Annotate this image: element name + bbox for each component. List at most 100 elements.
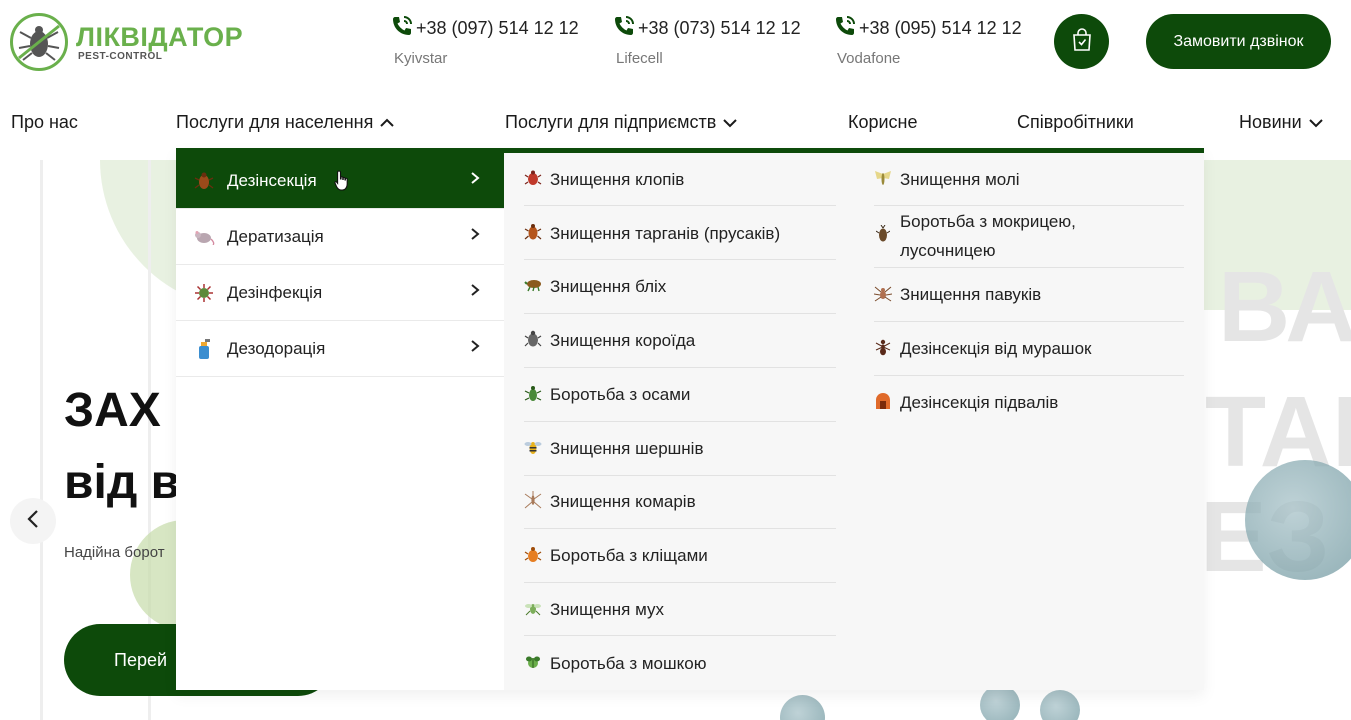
separator <box>874 267 1184 268</box>
main-nav: Про нас Послуги для населення Послуги дл… <box>0 100 1351 150</box>
separator <box>524 635 836 636</box>
subservice-fleas[interactable]: Знищення бліх <box>524 272 666 301</box>
subservice-hornets[interactable]: Знищення шершнів <box>524 434 704 463</box>
hero-title-line: від в <box>64 456 181 509</box>
shopping-bag-icon <box>1071 27 1093 56</box>
nav-item-staff[interactable]: Співробітники <box>1017 112 1134 133</box>
subservice-midges[interactable]: Боротьба з мошкою <box>524 649 706 678</box>
cockroach-icon <box>193 170 215 192</box>
category-deodorization[interactable]: Дезодорація <box>176 321 504 377</box>
logo[interactable]: ЛІКВІДАТОР PEST-CONTROL <box>10 13 243 71</box>
subservice-mosquitoes[interactable]: Знищення комарів <box>524 487 696 516</box>
nav-label: Співробітники <box>1017 112 1134 132</box>
hero-description: Надійна борот <box>64 544 165 561</box>
category-deratization[interactable]: Дератизація <box>176 209 504 265</box>
mosquito-icon <box>524 491 542 509</box>
header: ЛІКВІДАТОР PEST-CONTROL +38 (097) 514 12… <box>0 0 1351 100</box>
nav-item-useful[interactable]: Корисне <box>848 112 918 133</box>
services-dropdown: Дезінсекція Дератизація Дезінфекція Дезо… <box>176 148 1204 690</box>
phone-icon <box>612 14 636 42</box>
tick-icon <box>524 545 542 563</box>
subservice-label: Дезінсекція підвалів <box>900 393 1059 412</box>
phone-operator: Vodafone <box>837 50 901 67</box>
virus-illustration <box>980 685 1020 720</box>
separator <box>524 205 836 206</box>
subservice-label: Боротьба з кліщами <box>550 546 708 565</box>
subservice-wasps[interactable]: Боротьба з осами <box>524 380 690 409</box>
order-call-button[interactable]: Замовити дзвінок <box>1146 14 1331 69</box>
bark-beetle-icon <box>524 330 542 348</box>
category-list: Дезінсекція Дератизація Дезінфекція Дезо… <box>176 153 504 690</box>
nav-label: Послуги для підприємств <box>505 112 717 132</box>
moth-icon <box>874 169 892 187</box>
nav-label: Про нас <box>11 112 78 132</box>
bedbug-icon <box>524 169 542 187</box>
flea-icon <box>524 276 542 294</box>
category-label: Дезінсекція <box>227 170 317 190</box>
subservice-cockroaches[interactable]: Знищення тарганів (прусаків) <box>524 219 780 248</box>
nav-item-services-business[interactable]: Послуги для підприємств <box>505 112 738 133</box>
subservice-label-group: Боротьба з мокрицею, лусочницею <box>900 207 1076 265</box>
subservice-woodlouse[interactable]: Боротьба з мокрицею, лусочницею <box>874 207 1174 265</box>
phone-operator: Lifecell <box>616 50 663 67</box>
basement-icon <box>874 392 892 410</box>
chevron-up-icon <box>379 112 395 133</box>
phone-number: +38 (095) 514 12 12 <box>859 17 1022 38</box>
virus-illustration <box>1040 690 1080 720</box>
nav-item-news[interactable]: Новини <box>1239 112 1324 133</box>
spray-icon <box>193 338 215 360</box>
cockroach-icon <box>524 223 542 241</box>
slider-prev-button[interactable] <box>10 498 56 544</box>
category-label: Дезодорація <box>227 338 326 358</box>
subservice-label: Знищення молі <box>900 170 1020 189</box>
nav-item-services-population[interactable]: Послуги для населення <box>176 112 395 133</box>
phone-vodafone[interactable]: +38 (095) 514 12 12 Vodafone <box>833 14 1022 67</box>
separator <box>524 528 836 529</box>
virus-icon <box>193 282 215 304</box>
virus-illustration <box>780 695 825 720</box>
subservice-basements[interactable]: Дезінсекція підвалів <box>874 388 1058 417</box>
subservice-label: Боротьба з мокрицею, <box>900 212 1076 231</box>
hero-divider <box>40 160 43 720</box>
subservice-bedbugs[interactable]: Знищення клопів <box>524 165 684 194</box>
phone-lifecell[interactable]: +38 (073) 514 12 12 Lifecell <box>612 14 801 67</box>
nav-label: Корисне <box>848 112 918 132</box>
phone-number: +38 (073) 514 12 12 <box>638 17 801 38</box>
subservice-ticks[interactable]: Боротьба з кліщами <box>524 541 708 570</box>
category-label: Дезінфекція <box>227 282 323 302</box>
subservice-bark-beetle[interactable]: Знищення короїда <box>524 326 695 355</box>
subservice-moths[interactable]: Знищення молі <box>874 165 1020 194</box>
separator <box>874 205 1184 206</box>
logo-title: ЛІКВІДАТОР <box>76 21 244 52</box>
chevron-left-icon <box>27 509 39 533</box>
subservice-ants[interactable]: Дезінсекція від мурашок <box>874 334 1091 363</box>
wasp-icon <box>524 384 542 402</box>
phone-number: +38 (097) 514 12 12 <box>416 17 579 38</box>
subservice-label: Боротьба з осами <box>550 385 691 404</box>
chevron-right-icon <box>470 282 480 302</box>
chevron-down-icon <box>1308 112 1324 133</box>
chevron-right-icon <box>470 338 480 358</box>
subservice-label: Знищення шершнів <box>550 439 704 458</box>
nav-item-about[interactable]: Про нас <box>11 112 78 133</box>
hero-bg-text: ВА <box>1218 251 1351 363</box>
subservice-label: Знищення короїда <box>550 331 696 350</box>
category-label: Дератизація <box>227 226 324 246</box>
subservice-label: лусочницею <box>900 241 996 260</box>
category-disinfection[interactable]: Дезінфекція <box>176 265 504 321</box>
chevron-right-icon <box>470 170 480 190</box>
subservice-spiders[interactable]: Знищення павуків <box>874 280 1041 309</box>
cart-button[interactable] <box>1054 14 1109 69</box>
phone-kyivstar[interactable]: +38 (097) 514 12 12 Kyivstar <box>390 14 579 67</box>
hornet-icon <box>524 438 542 456</box>
ant-icon <box>874 338 892 356</box>
hero-title: ЗАХ від в <box>64 375 180 519</box>
separator <box>874 321 1184 322</box>
bug-logo-icon <box>10 13 68 71</box>
subservice-flies[interactable]: Знищення мух <box>524 595 664 624</box>
logo-subtitle: PEST-CONTROL <box>78 50 163 62</box>
subservice-label: Знищення бліх <box>550 277 667 296</box>
fly-icon <box>524 599 542 617</box>
spider-icon <box>874 284 892 302</box>
subservice-label: Знищення павуків <box>900 285 1042 304</box>
